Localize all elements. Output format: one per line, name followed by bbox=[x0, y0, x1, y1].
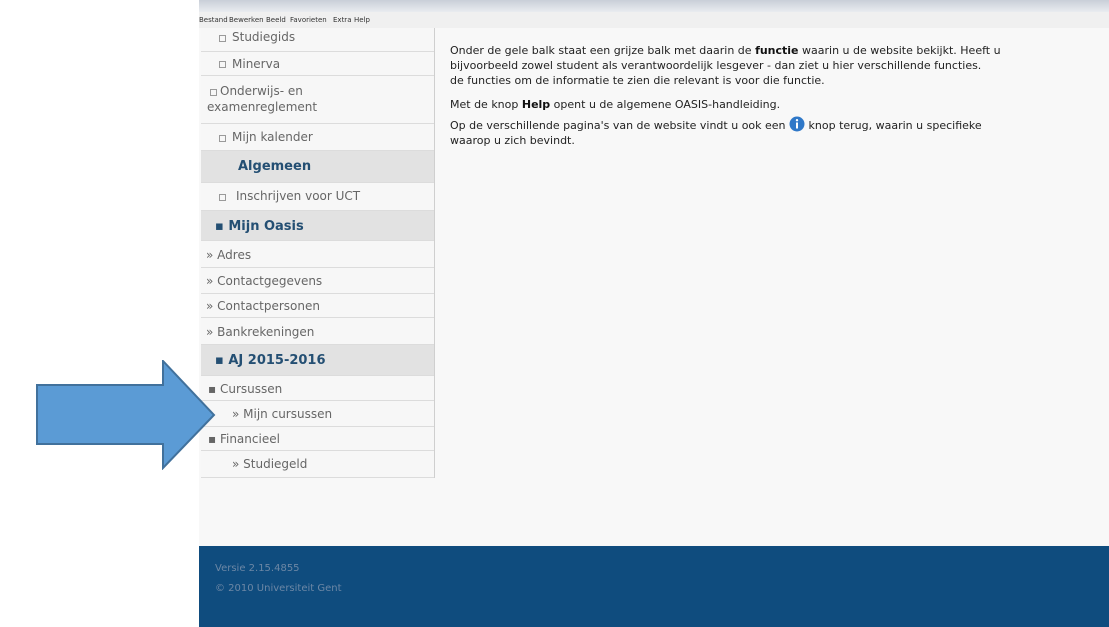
section-title: ▪ AJ 2015-2016 bbox=[215, 353, 326, 368]
sidebar-item-label: » Mijn cursussen bbox=[232, 407, 332, 421]
text-run: knop terug, waarin u specifieke bbox=[805, 119, 982, 132]
sidebar-item-contactpersonen[interactable]: » Contactpersonen bbox=[201, 294, 434, 318]
menu-help[interactable]: Help bbox=[354, 16, 370, 24]
text-run: Op de verschillende pagina's van de webs… bbox=[450, 119, 790, 132]
label-text: Bankrekeningen bbox=[217, 325, 315, 339]
label-text: Adres bbox=[217, 248, 252, 262]
sidebar-item-onderwijs-en-examenreglement[interactable]: Onderwijs- en examenreglement bbox=[201, 76, 434, 124]
sidebar-item-studiegeld[interactable]: » Studiegeld bbox=[201, 451, 434, 478]
label-text: Cursussen bbox=[219, 382, 283, 396]
sidebar-item-bankrekeningen[interactable]: » Bankrekeningen bbox=[201, 318, 434, 345]
paragraph-info: Op de verschillende pagina's van de webs… bbox=[450, 116, 1109, 148]
label-text: Financieel bbox=[219, 432, 280, 446]
double-chevron-icon: » bbox=[206, 248, 218, 262]
text-line: Op de verschillende pagina's van de webs… bbox=[450, 116, 1109, 133]
page-footer: Versie 2.15.4855 © 2010 Universiteit Gen… bbox=[199, 546, 1109, 627]
sidebar-item-mijn-cursussen[interactable]: » Mijn cursussen bbox=[201, 401, 434, 427]
browser-screenshot: Bestand Bewerken Beeld Favorieten Extra … bbox=[199, 0, 1109, 627]
sidebar-section-algemeen: Algemeen bbox=[201, 151, 434, 183]
sidebar-item-label: » Bankrekeningen bbox=[206, 325, 314, 339]
text-run: Met de knop bbox=[450, 98, 522, 111]
sidebar-item-label: Inschrijven voor UCT bbox=[236, 189, 361, 203]
paragraph-functie: Onder de gele balk staat een grijze balk… bbox=[450, 43, 1109, 88]
square-bullet-icon bbox=[219, 35, 226, 42]
browser-menubar: Bestand Bewerken Beeld Favorieten Extra … bbox=[199, 12, 1109, 29]
sidebar-item-label: » Contactgegevens bbox=[206, 274, 322, 288]
sidebar-item-contactgegevens[interactable]: » Contactgegevens bbox=[201, 268, 434, 294]
double-chevron-icon: » bbox=[206, 299, 218, 313]
sidebar-item-label: Mijn kalender bbox=[232, 130, 313, 144]
text-bold-help: Help bbox=[521, 98, 551, 111]
menu-bestand[interactable]: Bestand bbox=[199, 16, 228, 24]
menu-beeld[interactable]: Beeld bbox=[266, 16, 286, 24]
copyright-text: © 2010 Universiteit Gent bbox=[215, 583, 342, 594]
info-icon[interactable] bbox=[789, 116, 805, 132]
sidebar-item-label: ▪ Financieel bbox=[208, 432, 280, 446]
sidebar-item-label: ▪ Cursussen bbox=[208, 382, 282, 396]
label-text: Studiegeld bbox=[243, 457, 308, 471]
double-chevron-icon: » bbox=[206, 325, 218, 339]
double-chevron-icon: » bbox=[206, 274, 218, 288]
sidebar-item-label: Onderwijs- en bbox=[220, 84, 303, 98]
sidebar-item-label: » Studiegeld bbox=[232, 457, 307, 471]
text-line: bijvoorbeeld zowel student als verantwoo… bbox=[450, 59, 982, 72]
sidebar-nav: Studiegids Minerva Onderwijs- en examenr… bbox=[201, 28, 435, 478]
menu-bewerken[interactable]: Bewerken bbox=[229, 16, 264, 24]
sidebar-item-adres[interactable]: » Adres bbox=[201, 241, 434, 268]
section-title: ▪ Mijn Oasis bbox=[215, 219, 304, 234]
sidebar-item-cursussen[interactable]: ▪ Cursussen bbox=[201, 376, 434, 401]
version-text: Versie 2.15.4855 bbox=[215, 563, 300, 574]
square-bullet-icon bbox=[219, 135, 226, 142]
paragraph-help: Met de knop Help opent u de algemene OAS… bbox=[450, 97, 1109, 112]
square-bullet-icon bbox=[210, 89, 217, 96]
sidebar-item-minerva[interactable]: Minerva bbox=[201, 52, 434, 76]
section-title: Algemeen bbox=[238, 159, 312, 174]
sidebar-item-label: Studiegids bbox=[232, 30, 296, 44]
label-text: Contactpersonen bbox=[217, 299, 320, 313]
square-bullet-icon bbox=[219, 194, 226, 201]
text-bold-functie: functie bbox=[755, 44, 799, 57]
text-line: de functies om de informatie te zien die… bbox=[450, 74, 825, 87]
text-line: Onder de gele balk staat een grijze balk… bbox=[450, 43, 1109, 58]
sidebar-item-label: » Adres bbox=[206, 248, 251, 262]
sidebar-item-label-line2: examenreglement bbox=[207, 100, 318, 114]
label-text: Contactgegevens bbox=[217, 274, 323, 288]
double-chevron-icon: » bbox=[232, 457, 244, 471]
pointer-arrow-icon bbox=[36, 360, 216, 470]
sidebar-item-financieel[interactable]: ▪ Financieel bbox=[201, 427, 434, 451]
sidebar-item-label: » Contactpersonen bbox=[206, 299, 320, 313]
browser-title-strip bbox=[199, 0, 1109, 12]
sidebar-section-aj-2015-2016[interactable]: ▪ AJ 2015-2016 bbox=[201, 345, 434, 376]
sidebar-item-label: Minerva bbox=[232, 57, 281, 71]
sidebar-item-studiegids[interactable]: Studiegids bbox=[201, 28, 434, 52]
text-run: opent u de algemene OASIS-handleiding. bbox=[550, 98, 781, 111]
double-chevron-icon: » bbox=[232, 407, 244, 421]
menu-favorieten[interactable]: Favorieten bbox=[290, 16, 327, 24]
expand-icon: ▪ bbox=[215, 219, 229, 234]
section-label: AJ 2015-2016 bbox=[228, 353, 326, 368]
text-run: waarin u de website bekijkt. Heeft u bbox=[798, 44, 1001, 57]
label-text: Mijn cursussen bbox=[243, 407, 333, 421]
expand-icon: ▪ bbox=[215, 353, 229, 368]
section-label: Mijn Oasis bbox=[228, 219, 304, 234]
text-line: waarop u zich bevindt. bbox=[450, 134, 575, 147]
sidebar-section-mijn-oasis[interactable]: ▪ Mijn Oasis bbox=[201, 211, 434, 241]
main-help-text: Onder de gele balk staat een grijze balk… bbox=[450, 43, 1109, 148]
text-run: Onder de gele balk staat een grijze balk… bbox=[450, 44, 756, 57]
page-content: Studiegids Minerva Onderwijs- en examenr… bbox=[199, 28, 1109, 545]
sidebar-item-inschrijven-voor-uct[interactable]: Inschrijven voor UCT bbox=[201, 183, 434, 211]
square-bullet-icon bbox=[219, 61, 226, 68]
menu-extra[interactable]: Extra bbox=[333, 16, 351, 24]
sidebar-item-mijn-kalender[interactable]: Mijn kalender bbox=[201, 124, 434, 151]
